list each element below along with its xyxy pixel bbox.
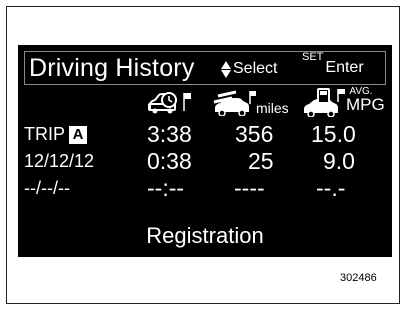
trip-badge: A — [69, 126, 88, 144]
car-clock-icon — [148, 92, 191, 114]
page-title: Driving History — [29, 54, 195, 82]
table-row: --/--/-- --:-- ---- --.- — [18, 175, 392, 201]
car-flag-miles-icon — [213, 90, 256, 116]
row-label: --/--/-- — [24, 178, 70, 198]
mpg-cell: --.- — [316, 175, 346, 201]
distance-cell: ---- — [234, 175, 265, 201]
car-fuel-flag-icon — [304, 88, 345, 117]
up-down-arrows-icon — [221, 60, 231, 78]
select-label: Select — [233, 60, 278, 77]
mpg-cell: 15.0 — [311, 121, 356, 147]
miles-unit: miles — [256, 100, 289, 116]
enter-hint: SETEnter — [302, 51, 364, 76]
avg-mpg-unit: AVG. MPG — [346, 87, 385, 114]
display-screen: Driving History Select SETEnter miles AV… — [18, 45, 392, 257]
row-label: 12/12/12 — [24, 151, 95, 171]
table-row: TRIP A 3:38 356 15.0 — [18, 121, 392, 147]
set-label: SET — [302, 51, 324, 63]
trip-label: TRIP — [24, 124, 66, 144]
time-cell: 3:38 — [147, 121, 192, 147]
time-cell: 0:38 — [147, 148, 192, 174]
row-label: TRIP A — [24, 123, 88, 145]
time-cell: --:-- — [147, 175, 185, 201]
header-bar: Driving History Select SETEnter — [24, 51, 386, 85]
table-row: 12/12/12 0:38 25 9.0 — [18, 148, 392, 174]
mpg-cell: 9.0 — [323, 148, 355, 174]
distance-cell: 25 — [248, 148, 274, 174]
enter-label: Enter — [325, 59, 364, 76]
figure-code: 302486 — [340, 272, 377, 284]
select-hint: Select — [221, 60, 277, 78]
distance-cell: 356 — [235, 121, 274, 147]
registration-option[interactable]: Registration — [18, 223, 392, 249]
mpg-unit: MPG — [346, 95, 385, 114]
